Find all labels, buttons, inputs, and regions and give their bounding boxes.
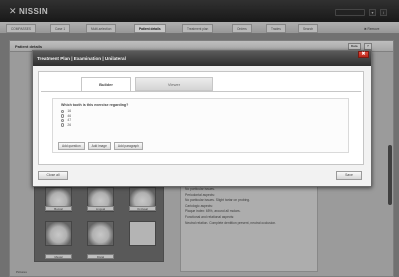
- tab-builder[interactable]: Builder: [81, 77, 131, 91]
- add-question-button[interactable]: Add question: [58, 142, 85, 150]
- close-icon[interactable]: ✖: [358, 51, 369, 58]
- save-button[interactable]: Save: [336, 171, 362, 180]
- radio-button[interactable]: [61, 109, 65, 113]
- close-all-button[interactable]: Close all: [38, 171, 68, 180]
- treatment-plan-dialog: Treatment Plan | Examination | Unilatera…: [32, 50, 372, 187]
- option-label: 46: [67, 113, 72, 118]
- radio-button[interactable]: [61, 114, 65, 118]
- tab-divider: [41, 91, 361, 92]
- dialog-title-bar: Treatment Plan | Examination | Unilatera…: [33, 51, 371, 66]
- question-text: Which tooth is this exercise regarding?: [61, 103, 129, 107]
- option-label: 26: [67, 123, 72, 128]
- dialog-body: Builder Viewer Which tooth is this exerc…: [38, 71, 364, 165]
- question-actions: Add question Add image Add paragraph: [58, 142, 143, 150]
- radio-button[interactable]: [61, 118, 65, 123]
- dialog-tabs: Builder Viewer: [41, 77, 361, 91]
- dialog-title: Treatment Plan | Examination | Unilatera…: [37, 56, 126, 61]
- dialog-footer: Close all Save: [38, 169, 364, 183]
- option-label: 47: [67, 118, 72, 123]
- tab-viewer[interactable]: Viewer: [135, 77, 213, 91]
- add-paragraph-button[interactable]: Add paragraph: [113, 142, 143, 150]
- answer-option[interactable]: 26: [61, 123, 340, 128]
- option-label: 16: [67, 109, 72, 114]
- add-image-button[interactable]: Add image: [87, 142, 111, 150]
- question-editor: Which tooth is this exercise regarding? …: [52, 98, 349, 153]
- radio-button[interactable]: [61, 123, 65, 127]
